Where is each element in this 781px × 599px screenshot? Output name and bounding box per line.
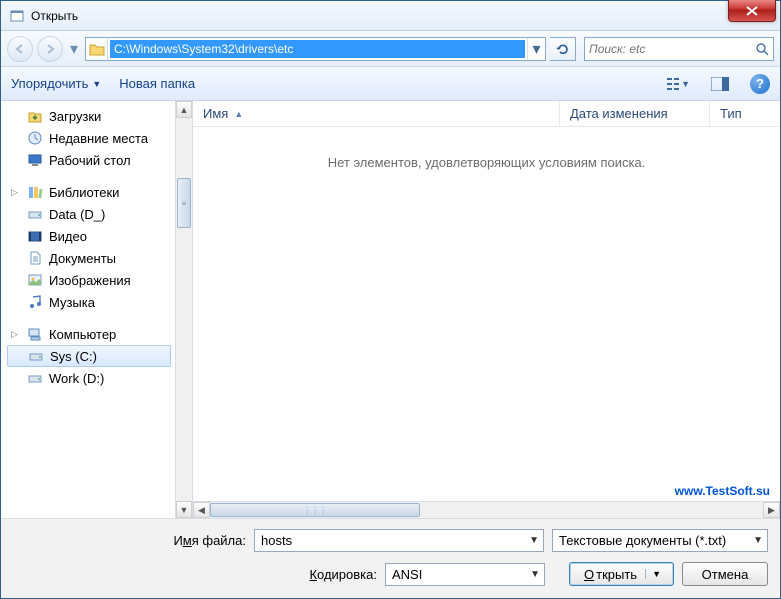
cancel-button[interactable]: Отмена [682, 562, 768, 586]
search-box[interactable] [584, 37, 774, 61]
chevron-down-icon[interactable]: ▼ [524, 569, 540, 580]
toolbar: Упорядочить ▼ Новая папка ▼ ? [1, 67, 780, 101]
music-icon [27, 294, 43, 310]
help-button[interactable]: ? [750, 74, 770, 94]
open-dialog-window: Открыть ▾ C:\Windows\System32\drivers\et… [0, 0, 781, 599]
close-button[interactable] [728, 0, 776, 22]
sidebar-item-data[interactable]: Data (D_) [5, 203, 173, 225]
encoding-label: Кодировка: [309, 567, 377, 582]
scroll-left-button[interactable]: ◀ [193, 502, 210, 518]
refresh-icon [556, 42, 570, 56]
close-icon [746, 6, 758, 16]
filename-value: hosts [261, 533, 292, 548]
drive-icon [28, 348, 44, 364]
preview-pane-button[interactable] [708, 72, 732, 96]
documents-icon [27, 250, 43, 266]
filename-combo[interactable]: hosts ▼ [254, 529, 544, 552]
chevron-down-icon: ▼ [645, 569, 661, 579]
window-title: Открыть [31, 9, 78, 23]
sidebar-item-video[interactable]: Видео [5, 225, 173, 247]
scroll-up-button[interactable]: ▲ [176, 101, 192, 118]
pictures-icon [27, 272, 43, 288]
forward-button[interactable] [37, 36, 63, 62]
sidebar-group-computer[interactable]: ▷Компьютер [5, 323, 173, 345]
drive-icon [27, 206, 43, 222]
recent-icon [27, 130, 43, 146]
encoding-value: ANSI [392, 567, 422, 582]
navigation-tree: Загрузки Недавние места Рабочий стол ▷Би… [1, 101, 193, 518]
arrow-right-icon [44, 43, 56, 55]
organize-menu[interactable]: Упорядочить ▼ [11, 76, 101, 91]
address-dropdown[interactable]: ▾ [527, 38, 545, 60]
column-date[interactable]: Дата изменения [560, 101, 710, 126]
watermark: www.TestSoft.su [675, 484, 770, 498]
sidebar-item-music[interactable]: Музыка [5, 291, 173, 313]
libraries-icon [27, 184, 43, 200]
sidebar-group-libraries[interactable]: ▷Библиотеки [5, 181, 173, 203]
sidebar-item-pictures[interactable]: Изображения [5, 269, 173, 291]
horizontal-scrollbar[interactable]: ◀ ⋮⋮⋮ ▶ [193, 501, 780, 518]
hscroll-track[interactable]: ⋮⋮⋮ [210, 502, 763, 518]
refresh-button[interactable] [550, 37, 576, 61]
filetype-combo[interactable]: Текстовые документы (*.txt) ▼ [552, 529, 768, 552]
chevron-down-icon[interactable]: ▼ [747, 535, 763, 546]
desktop-icon [27, 152, 43, 168]
empty-message: Нет элементов, удовлетворяющих условиям … [193, 155, 780, 170]
back-button[interactable] [7, 36, 33, 62]
hscroll-thumb[interactable]: ⋮⋮⋮ [210, 503, 420, 517]
history-dropdown[interactable]: ▾ [67, 39, 81, 59]
dialog-footer: Имя файла: hosts ▼ Текстовые документы (*… [1, 519, 780, 598]
column-type[interactable]: Тип [710, 101, 780, 126]
scroll-right-button[interactable]: ▶ [763, 502, 780, 518]
sidebar-item-work-d[interactable]: Work (D:) [5, 367, 173, 389]
app-icon [9, 8, 25, 24]
computer-icon [27, 326, 43, 342]
folder-icon [86, 38, 108, 60]
search-input[interactable] [589, 42, 755, 56]
encoding-combo[interactable]: ANSI ▼ [385, 563, 545, 586]
new-folder-button[interactable]: Новая папка [119, 76, 195, 91]
chevron-down-icon: ▼ [92, 79, 101, 89]
new-folder-label: Новая папка [119, 76, 195, 91]
column-name[interactable]: Имя▲ [193, 101, 560, 126]
file-list-area: Имя▲ Дата изменения Тип Нет элементов, у… [193, 101, 780, 518]
column-headers: Имя▲ Дата изменения Тип [193, 101, 780, 127]
scroll-thumb[interactable]: ≡ [177, 178, 191, 228]
downloads-icon [27, 108, 43, 124]
address-bar[interactable]: C:\Windows\System32\drivers\etc ▾ [85, 37, 546, 61]
drive-icon [27, 370, 43, 386]
sidebar-item-recent[interactable]: Недавние места [5, 127, 173, 149]
arrow-left-icon [14, 43, 26, 55]
filetype-value: Текстовые документы (*.txt) [559, 533, 726, 548]
navigation-bar: ▾ C:\Windows\System32\drivers\etc ▾ [1, 31, 780, 67]
search-icon[interactable] [755, 42, 769, 56]
view-menu[interactable]: ▼ [666, 72, 690, 96]
filename-label: Имя файла: [173, 533, 246, 548]
address-path[interactable]: C:\Windows\System32\drivers\etc [110, 40, 525, 58]
sidebar-item-documents[interactable]: Документы [5, 247, 173, 269]
sidebar-item-desktop[interactable]: Рабочий стол [5, 149, 173, 171]
chevron-down-icon: ▼ [681, 79, 690, 89]
expand-icon: ▷ [11, 329, 21, 340]
title-bar[interactable]: Открыть [1, 1, 780, 31]
sort-asc-icon: ▲ [234, 109, 243, 119]
sidebar-item-sys-c[interactable]: Sys (C:) [7, 345, 171, 367]
expand-icon: ▷ [11, 187, 21, 198]
dialog-body: Загрузки Недавние места Рабочий стол ▷Би… [1, 101, 780, 519]
video-icon [27, 228, 43, 244]
help-icon: ? [756, 76, 764, 91]
open-button[interactable]: Открыть▼ [569, 562, 674, 586]
organize-label: Упорядочить [11, 76, 88, 91]
chevron-down-icon[interactable]: ▼ [523, 535, 539, 546]
scroll-down-button[interactable]: ▼ [176, 501, 192, 518]
sidebar-scrollbar[interactable]: ▲ ≡ ▼ [175, 101, 192, 518]
scroll-track[interactable]: ≡ [176, 118, 192, 501]
sidebar-item-downloads[interactable]: Загрузки [5, 105, 173, 127]
